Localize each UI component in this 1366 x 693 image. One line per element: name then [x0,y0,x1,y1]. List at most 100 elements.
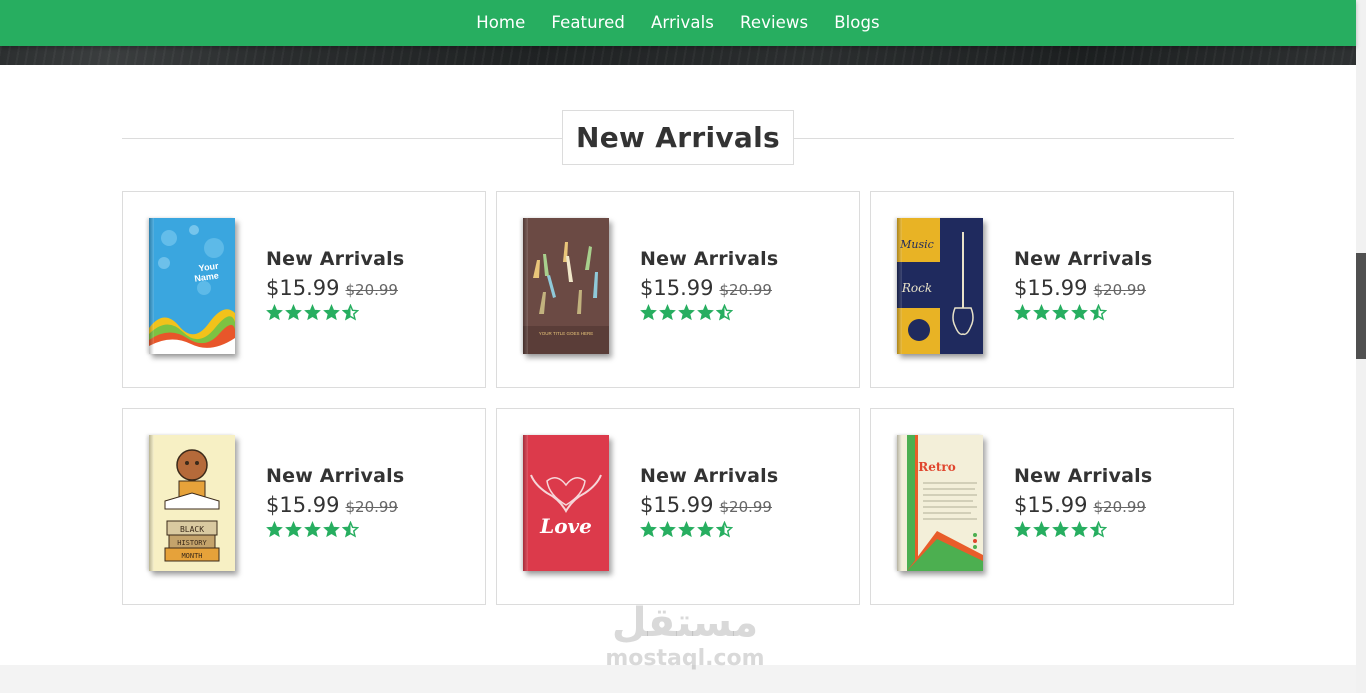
book-cover-black-history: BLACK HISTORY MONTH [149,435,235,571]
svg-text:MONTH: MONTH [181,552,202,560]
star-icon [678,521,695,538]
product-title[interactable]: New Arrivals [640,465,778,487]
svg-text:HISTORY: HISTORY [177,539,207,547]
product-info: New Arrivals $15.99 $20.99 [640,248,778,321]
product-card[interactable]: YOUR TITLE GOES HERE New Arrivals $15.99… [496,191,860,388]
product-title[interactable]: New Arrivals [640,248,778,270]
price-row: $15.99 $20.99 [266,493,404,517]
product-price: $15.99 [1014,276,1088,300]
star-half-icon [342,304,359,321]
star-icon [1014,304,1031,321]
star-icon [323,304,340,321]
section-heading: New Arrivals [122,110,1234,165]
product-card[interactable]: Retro New Arrivals $15.99 $20.99 [870,408,1234,605]
star-icon [266,521,283,538]
product-card[interactable]: BLACK HISTORY MONTH New Arrivals $15.99 … [122,408,486,605]
scrollbar-track[interactable] [1356,0,1366,693]
star-icon [1014,521,1031,538]
star-icon [266,304,283,321]
book-cover-retro: Retro [897,435,983,571]
price-row: $15.99 $20.99 [266,276,404,300]
product-info: New Arrivals $15.99 $20.99 [266,248,404,321]
book-cover-image[interactable]: BLACK HISTORY MONTH [149,435,235,571]
product-title[interactable]: New Arrivals [266,465,404,487]
product-card[interactable]: Your Name New Arrivals $15.99 $20.99 [122,191,486,388]
star-icon [659,304,676,321]
star-icon [1071,521,1088,538]
book-cover-image[interactable]: Retro [897,435,983,571]
nav-link-featured[interactable]: Featured [538,0,638,46]
star-icon [697,521,714,538]
product-card[interactable]: Love New Arrivals $15.99 $20.99 [496,408,860,605]
product-card[interactable]: Music Rock New Arrivals $15.99 $20.99 [870,191,1234,388]
star-icon [304,521,321,538]
star-icon [1071,304,1088,321]
product-old-price: $20.99 [1093,281,1146,299]
hero-background-strip [0,46,1356,65]
book-cover-image[interactable]: Love [523,435,609,571]
book-cover-blue-waves: Your Name [149,218,235,354]
rating-stars [640,304,778,321]
product-price: $15.99 [266,493,340,517]
star-icon [323,521,340,538]
star-icon [304,304,321,321]
star-half-icon [716,521,733,538]
rating-stars [266,304,404,321]
heading-box: New Arrivals [562,110,794,165]
star-icon [285,521,302,538]
product-old-price: $20.99 [1093,498,1146,516]
svg-text:YOUR TITLE GOES HERE: YOUR TITLE GOES HERE [539,331,593,336]
product-price: $15.99 [640,493,714,517]
nav-link-arrivals[interactable]: Arrivals [638,0,727,46]
rating-stars [266,521,404,538]
nav-link-blogs[interactable]: Blogs [821,0,893,46]
star-icon [285,304,302,321]
price-row: $15.99 $20.99 [1014,276,1152,300]
book-cover-music-rock: Music Rock [897,218,983,354]
nav-link-reviews[interactable]: Reviews [727,0,821,46]
product-info: New Arrivals $15.99 $20.99 [640,465,778,538]
star-icon [1033,521,1050,538]
watermark-latin: mostaql.com [605,646,765,671]
product-old-price: $20.99 [719,281,772,299]
svg-text:Rock: Rock [901,281,932,295]
product-title[interactable]: New Arrivals [266,248,404,270]
star-icon [1052,304,1069,321]
page: Home Featured Arrivals Reviews Blogs New… [0,0,1366,693]
book-cover-hands: YOUR TITLE GOES HERE [523,218,609,354]
price-row: $15.99 $20.99 [1014,493,1152,517]
product-price: $15.99 [266,276,340,300]
star-icon [659,521,676,538]
star-half-icon [1090,521,1107,538]
star-icon [640,304,657,321]
rating-stars [1014,521,1152,538]
product-title[interactable]: New Arrivals [1014,465,1152,487]
section-title: New Arrivals [576,121,780,154]
product-old-price: $20.99 [345,281,398,299]
product-info: New Arrivals $15.99 $20.99 [266,465,404,538]
book-cover-love-hands: Love [523,435,609,571]
top-navbar: Home Featured Arrivals Reviews Blogs [0,0,1356,46]
product-info: New Arrivals $15.99 $20.99 [1014,465,1152,538]
product-old-price: $20.99 [719,498,772,516]
book-cover-image[interactable]: YOUR TITLE GOES HERE [523,218,609,354]
book-cover-image[interactable]: Your Name [149,218,235,354]
product-title[interactable]: New Arrivals [1014,248,1152,270]
rating-stars [640,521,778,538]
svg-text:Music: Music [899,238,934,251]
product-old-price: $20.99 [345,498,398,516]
star-icon [697,304,714,321]
star-icon [1033,304,1050,321]
svg-text:BLACK: BLACK [180,525,204,534]
product-price: $15.99 [640,276,714,300]
scrollbar-thumb[interactable] [1356,253,1366,359]
nav-link-home[interactable]: Home [463,0,538,46]
book-cover-image[interactable]: Music Rock [897,218,983,354]
star-icon [640,521,657,538]
star-half-icon [1090,304,1107,321]
product-info: New Arrivals $15.99 $20.99 [1014,248,1152,321]
star-half-icon [342,521,359,538]
svg-text:Love: Love [539,514,592,538]
star-half-icon [716,304,733,321]
price-row: $15.99 $20.99 [640,493,778,517]
